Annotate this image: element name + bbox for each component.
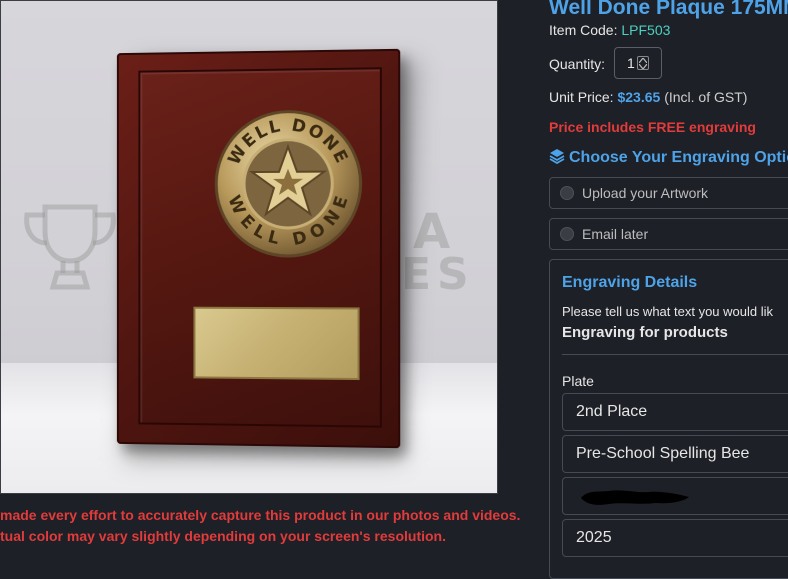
option-email-later[interactable]: Email later [549, 218, 788, 250]
disclaimer-line: tual color may vary slightly depending o… [0, 528, 446, 544]
plaque-face: WELL DONE WELL DONE [138, 67, 382, 428]
redaction-mark [581, 490, 689, 505]
engraving-option-heading: Choose Your Engraving Option [549, 148, 788, 167]
engraving-line-4-input[interactable]: 2025 [562, 519, 788, 557]
unit-price: Unit Price: $23.65 (Incl. of GST) [549, 89, 747, 105]
radio-button[interactable] [560, 227, 574, 241]
engraving-line-value: Pre-School Spelling Bee [576, 445, 750, 462]
watermark-letters: ES [401, 249, 475, 300]
engraving-line-3-input[interactable] [562, 477, 788, 515]
option-label: Upload your Artwork [582, 185, 709, 201]
trophy-icon [24, 204, 116, 290]
option-upload-artwork[interactable]: Upload your Artwork [549, 177, 788, 209]
engraving-details-card: Engraving Details Please tell us what te… [549, 259, 788, 579]
unit-price-label: Unit Price: [549, 89, 614, 105]
item-code-value: LPF503 [621, 22, 671, 38]
item-code-label: Item Code: [549, 22, 618, 38]
engraving-details-subtitle: Engraving for products [562, 324, 728, 341]
plaque: WELL DONE WELL DONE [116, 48, 401, 449]
free-engraving-notice: Price includes FREE engraving [549, 119, 756, 135]
plate-label: Plate [562, 373, 594, 389]
engraving-name-plate [193, 306, 360, 381]
disclaimer-line: made every effort to accurately capture … [0, 507, 521, 523]
divider [562, 354, 788, 355]
engraving-option-heading-text: Choose Your Engraving Option [569, 149, 788, 166]
product-title: Well Done Plaque 175MM [549, 0, 788, 19]
engraving-line-value: 2025 [576, 529, 612, 546]
quantity-stepper[interactable]: 1 [614, 47, 662, 79]
well-done-medallion: WELL DONE WELL DONE [213, 108, 363, 259]
engraving-line-value: 2nd Place [576, 403, 648, 420]
color-disclaimer: made every effort to accurately capture … [0, 505, 520, 547]
radio-button[interactable] [560, 186, 574, 200]
option-label: Email later [582, 226, 649, 242]
spinner-icon[interactable] [637, 56, 649, 70]
engraving-details-description: Please tell us what text you would lik [562, 304, 773, 319]
product-image[interactable]: A ES WELL DONE WELL DONE [0, 0, 498, 494]
unit-price-note: (Incl. of GST) [664, 89, 748, 105]
quantity-value: 1 [627, 55, 635, 71]
layers-icon [549, 149, 565, 165]
unit-price-value: $23.65 [617, 89, 661, 105]
engraving-details-title: Engraving Details [562, 274, 698, 291]
quantity-label: Quantity: [549, 56, 606, 72]
item-code: Item Code: LPF503 [549, 22, 670, 38]
engraving-line-2-input[interactable]: Pre-School Spelling Bee [562, 435, 788, 473]
engraving-line-1-input[interactable]: 2nd Place [562, 393, 788, 431]
